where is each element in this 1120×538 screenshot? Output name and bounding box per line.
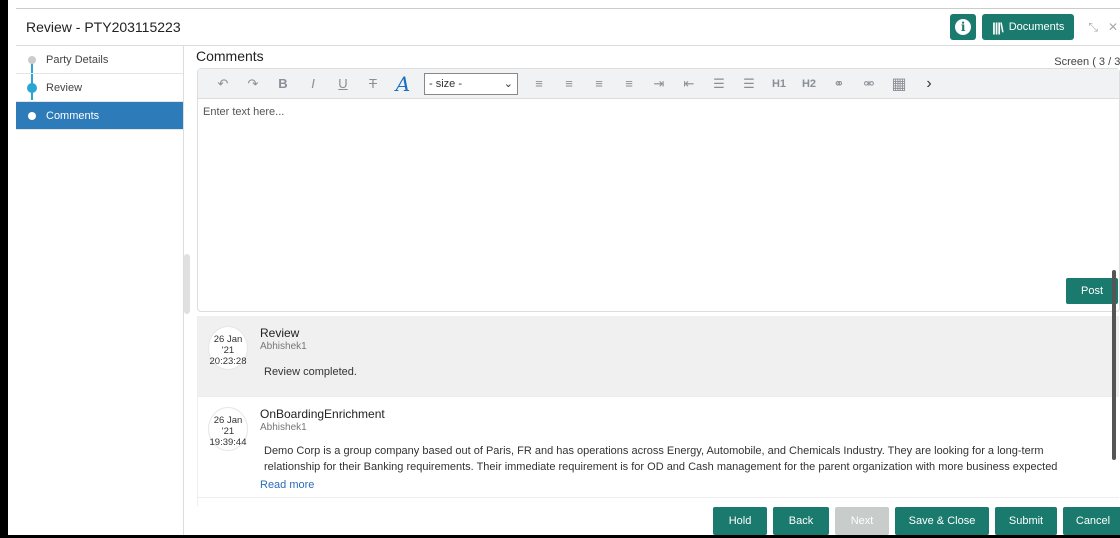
- unlink-icon[interactable]: ⚮: [854, 76, 884, 92]
- comment-day: 26 Jan: [213, 415, 243, 426]
- step-dot-icon: [28, 111, 36, 120]
- application-window: Review - PTY203115223 i |||\ Documents ⤡…: [0, 0, 1120, 538]
- heading2-button[interactable]: H2: [794, 78, 824, 90]
- chevron-down-icon: ⌄: [503, 78, 513, 90]
- main-content: Comments Screen ( 3 / 3) ↶ ↷ B I U T A -…: [194, 46, 1120, 506]
- list-item: 26 Jan '21 20:23:28 Review Abhishek1 Rev…: [198, 316, 1119, 397]
- next-button[interactable]: Next: [835, 506, 889, 535]
- align-left-icon[interactable]: ≡: [524, 76, 554, 91]
- comment-date: 26 Jan '21 20:23:28: [208, 326, 248, 370]
- italic-icon[interactable]: I: [298, 76, 328, 91]
- sidebar-item-label: Review: [46, 81, 83, 94]
- comment-list-scrollbar[interactable]: [1112, 270, 1116, 460]
- link-icon[interactable]: ⚭: [824, 76, 854, 92]
- table-icon[interactable]: ▦: [884, 74, 914, 94]
- screen-indicator: Screen ( 3 / 3): [1054, 56, 1120, 68]
- sidebar-item-label: Party Details: [46, 53, 109, 66]
- comment-year: '21: [221, 426, 235, 437]
- comment-title: Review: [260, 326, 300, 340]
- comment-year: '21: [221, 345, 235, 356]
- info-button[interactable]: i: [950, 14, 977, 40]
- comment-list: 26 Jan '21 20:23:28 Review Abhishek1 Rev…: [197, 316, 1119, 506]
- rich-text-editor: ↶ ↷ B I U T A - size - ⌄ ≡ ≡ ≡ ≡ ⇥ ⇤ ☰ ☰…: [197, 68, 1120, 312]
- documents-label: Documents: [1008, 21, 1065, 33]
- comment-time: 19:39:44: [209, 437, 247, 448]
- comment-user: Abhishek1: [260, 422, 307, 433]
- submit-button[interactable]: Submit: [995, 506, 1057, 535]
- back-button[interactable]: Back: [773, 506, 829, 535]
- cancel-button[interactable]: Cancel: [1063, 506, 1120, 535]
- window-title: Review - PTY203115223: [26, 19, 181, 35]
- numbered-list-icon[interactable]: ☰: [734, 76, 764, 92]
- font-size-value: - size -: [429, 77, 462, 90]
- sidebar-item-review[interactable]: Review: [16, 74, 183, 102]
- documents-button[interactable]: |||\ Documents: [982, 14, 1075, 40]
- sidebar-item-comments[interactable]: Comments: [16, 102, 183, 130]
- indent-icon[interactable]: ⇥: [644, 76, 674, 92]
- hold-button[interactable]: Hold: [713, 506, 767, 535]
- window-header: Review - PTY203115223 i |||\ Documents ⤡…: [16, 8, 1120, 46]
- heading1-button[interactable]: H1: [764, 78, 794, 90]
- post-button[interactable]: Post: [1066, 278, 1118, 304]
- editor-textarea[interactable]: Enter text here...: [198, 99, 1119, 125]
- bullet-list-icon[interactable]: ☰: [704, 76, 734, 92]
- outdent-icon[interactable]: ⇤: [674, 76, 704, 92]
- sidebar-item-party-details[interactable]: Party Details: [16, 46, 183, 74]
- comment-text: Review completed.: [264, 366, 357, 378]
- align-right-icon[interactable]: ≡: [584, 76, 614, 91]
- comment-user: Abhishek1: [260, 341, 307, 352]
- close-icon[interactable]: ✕: [1108, 20, 1118, 34]
- font-color-icon[interactable]: A: [388, 72, 418, 96]
- comment-title: OnBoardingEnrichment: [260, 407, 385, 421]
- comment-day: 26 Jan: [213, 334, 243, 345]
- step-dot-icon: [28, 55, 36, 64]
- editor-toolbar: ↶ ↷ B I U T A - size - ⌄ ≡ ≡ ≡ ≡ ⇥ ⇤ ☰ ☰…: [198, 69, 1119, 99]
- sidebar-resize-handle[interactable]: [184, 254, 190, 314]
- page-title: Comments: [196, 48, 264, 64]
- strikethrough-icon[interactable]: T: [358, 76, 388, 91]
- list-item: 26 Jan '21 19:39:44 OnBoardingEnrichment…: [198, 397, 1119, 498]
- align-justify-icon[interactable]: ≡: [614, 76, 644, 91]
- minimize-icon[interactable]: ⤡: [1088, 20, 1098, 35]
- underline-icon[interactable]: U: [328, 76, 358, 91]
- undo-icon[interactable]: ↶: [208, 76, 238, 92]
- save-close-button[interactable]: Save & Close: [895, 506, 989, 535]
- documents-icon: |||\: [992, 19, 1003, 35]
- sidebar: Party Details Review Comments: [16, 46, 184, 535]
- chevron-right-icon[interactable]: ›: [914, 75, 944, 93]
- comment-date: 26 Jan '21 19:39:44: [208, 407, 248, 451]
- align-center-icon[interactable]: ≡: [554, 76, 584, 91]
- sidebar-item-label: Comments: [46, 109, 100, 122]
- bold-icon[interactable]: B: [268, 76, 298, 91]
- comment-text: Demo Corp is a group company based out o…: [264, 445, 1058, 473]
- comment-time: 20:23:28: [209, 356, 247, 367]
- read-more-link[interactable]: Read more: [260, 479, 1119, 491]
- font-size-select[interactable]: - size - ⌄: [424, 72, 518, 95]
- step-dot-icon: [27, 82, 37, 93]
- info-icon: i: [955, 19, 972, 35]
- footer-actions: Hold Back Next Save & Close Submit Cance…: [16, 506, 1120, 535]
- redo-icon[interactable]: ↷: [238, 76, 268, 92]
